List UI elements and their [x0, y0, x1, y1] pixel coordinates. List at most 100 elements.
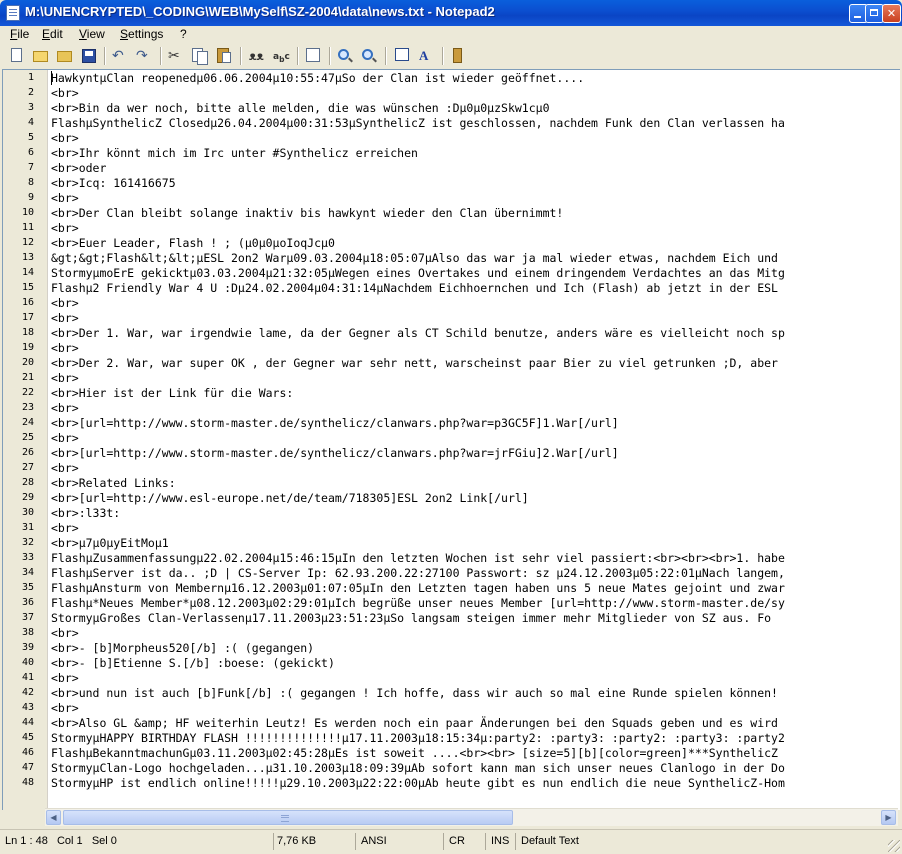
line-number: 6 — [27, 147, 34, 158]
status-encoding[interactable]: ANSI — [358, 833, 444, 850]
editor[interactable]: 1 2 3 4 5 6 7 8 9 10 11 12 13 14 15 16 17 18 19 20 21 22 23 24 2… — [2, 69, 900, 810]
line-number: 12 — [21, 237, 34, 248]
new-icon[interactable] — [8, 47, 26, 65]
save-icon[interactable] — [80, 47, 98, 65]
redo-icon[interactable]: ↷ — [135, 47, 153, 65]
scrollbar-thumb[interactable] — [63, 810, 513, 825]
text-line[interactable]: <br>Related Links: — [51, 476, 176, 491]
line-number: 48 — [21, 777, 34, 788]
text-line[interactable]: HawkyntμClan reopenedμ06.06.2004μ10:55:4… — [51, 71, 584, 86]
status-line-ending[interactable]: CR — [446, 833, 486, 850]
text-line[interactable]: StormyμClan-Logo hochgeladen...μ31.10.20… — [51, 761, 785, 776]
text-line[interactable]: <br> — [51, 221, 79, 236]
line-number: 8 — [27, 177, 34, 188]
text-line[interactable]: StormyμHP ist endlich online!!!!!μ29.10.… — [51, 776, 785, 791]
text-line[interactable]: <br> — [51, 86, 79, 101]
text-line[interactable]: <br>Der 1. War, war irgendwie lame, da d… — [51, 326, 785, 341]
text-line[interactable]: <br>und nun ist auch [b]Funk[/b] :( gega… — [51, 686, 778, 701]
text-line[interactable]: <br> — [51, 461, 79, 476]
text-line[interactable]: StormyμHAPPY BIRTHDAY FLASH !!!!!!!!!!!!… — [51, 731, 785, 746]
text-line[interactable]: FlashμSynthelicZ Closedμ26.04.2004μ00:31… — [51, 116, 785, 131]
toolbar-separator — [442, 47, 443, 65]
line-number: 11 — [21, 222, 34, 233]
text-line[interactable]: FlashμAnsturm von Membernμ16.12.2003μ01:… — [51, 581, 785, 596]
text-line[interactable]: <br> — [51, 131, 79, 146]
text-line[interactable]: <br>Also GL &amp; HF weiterhin Leutz! Es… — [51, 716, 778, 731]
scroll-left-button[interactable]: ◀ — [46, 810, 61, 825]
text-line[interactable]: <br> — [51, 296, 79, 311]
text-line[interactable]: StormyμmoErE gekicktμ03.03.2004μ21:32:05… — [51, 266, 785, 281]
scheme-icon[interactable] — [393, 47, 411, 65]
line-number: 24 — [21, 417, 34, 428]
notepad-icon[interactable] — [6, 5, 20, 21]
resize-grip[interactable] — [888, 840, 900, 852]
text-line[interactable]: <br> — [51, 626, 79, 641]
text-line[interactable]: <br>Der Clan bleibt solange inaktiv bis … — [51, 206, 563, 221]
text-line[interactable]: <br> — [51, 311, 79, 326]
horizontal-scrollbar[interactable]: ◀ ▶ — [45, 808, 898, 826]
text-line[interactable]: <br>[url=http://www.storm-master.de/synt… — [51, 446, 619, 461]
status-position: Ln 1 : 48 Col 1 Sel 0 — [2, 833, 274, 850]
text-line[interactable]: <br>Hier ist der Link für die Wars: — [51, 386, 293, 401]
menu-file[interactable]: File — [8, 27, 31, 41]
menu-help[interactable]: ? — [178, 27, 189, 41]
line-number: 47 — [21, 762, 34, 773]
toolbar: ↶ ↷ ✂ ᴥᴥ abc A — [0, 44, 902, 68]
text-line[interactable]: <br> — [51, 701, 79, 716]
cut-icon[interactable]: ✂ — [167, 47, 185, 65]
text-line[interactable]: <br> — [51, 191, 79, 206]
text-line[interactable]: <br>- [b]Morpheus520[/b] :( (gegangen) — [51, 641, 314, 656]
scroll-right-button[interactable]: ▶ — [881, 810, 896, 825]
text-line[interactable]: Flashμ*Neues Member*μ08.12.2003μ02:29:01… — [51, 596, 785, 611]
exit-icon[interactable] — [449, 47, 467, 65]
line-number: 33 — [21, 552, 34, 563]
text-line[interactable]: FlashμServer ist da.. ;D | CS-Server Ip:… — [51, 566, 785, 581]
replace-icon[interactable]: abc — [272, 47, 290, 65]
text-line[interactable]: <br> — [51, 341, 79, 356]
text-line[interactable]: Flashμ2 Friendly War 4 U :Dμ24.02.2004μ0… — [51, 281, 778, 296]
text-line[interactable]: &gt;&gt;Flash&lt;&lt;μESL 2on2 Warμ09.03… — [51, 251, 778, 266]
text-line[interactable]: <br> — [51, 371, 79, 386]
status-scheme[interactable]: Default Text — [518, 833, 882, 850]
text-line[interactable]: <br> — [51, 431, 79, 446]
zoom-in-icon[interactable] — [336, 47, 354, 65]
text-line[interactable]: StormyμGroßes Clan-Verlassenμ17.11.2003μ… — [51, 611, 771, 626]
text-line[interactable]: FlashμZusammenfassungμ22.02.2004μ15:46:1… — [51, 551, 785, 566]
copy-icon[interactable] — [191, 47, 209, 65]
line-number: 46 — [21, 747, 34, 758]
text-line[interactable]: <br>Der 2. War, war super OK , der Gegne… — [51, 356, 778, 371]
text-line[interactable]: <br>Euer Leader, Flash ! ; (μ0μ0μoIoqJcμ… — [51, 236, 335, 251]
find-icon[interactable]: ᴥᴥ — [248, 47, 266, 65]
text-area[interactable]: HawkyntμClan reopenedμ06.06.2004μ10:55:4… — [51, 70, 900, 795]
text-line[interactable]: <br> — [51, 401, 79, 416]
text-line[interactable]: <br>[url=http://www.esl-europe.net/de/te… — [51, 491, 529, 506]
window-title: M:\UNENCRYPTED\_CODING\WEB\MySelf\SZ-200… — [25, 4, 495, 19]
browse-icon[interactable] — [56, 47, 74, 65]
menu-settings[interactable]: Settings — [118, 27, 165, 41]
font-icon[interactable]: A — [417, 47, 435, 65]
toolbar-separator — [240, 47, 241, 65]
menu-edit[interactable]: Edit — [40, 27, 65, 41]
text-line[interactable]: <br>oder — [51, 161, 106, 176]
line-number: 37 — [21, 612, 34, 623]
text-line[interactable]: FlashμBekanntmachunGμ03.11.2003μ02:45:28… — [51, 746, 778, 761]
paste-icon[interactable] — [215, 47, 233, 65]
status-size: 7,76 KB — [274, 833, 356, 850]
title-bar[interactable]: M:\UNENCRYPTED\_CODING\WEB\MySelf\SZ-200… — [0, 0, 902, 26]
close-button[interactable]: ✕ — [882, 4, 901, 23]
text-line[interactable]: <br> — [51, 671, 79, 686]
zoom-out-icon[interactable] — [360, 47, 378, 65]
word-wrap-icon[interactable] — [304, 47, 322, 65]
open-icon[interactable] — [32, 47, 50, 65]
text-line[interactable]: <br> — [51, 521, 79, 536]
line-number: 25 — [21, 432, 34, 443]
text-line[interactable]: <br>μ7μ0μyEitMoμ1 — [51, 536, 169, 551]
undo-icon[interactable]: ↶ — [111, 47, 129, 65]
text-line[interactable]: <br>[url=http://www.storm-master.de/synt… — [51, 416, 619, 431]
text-line[interactable]: <br>Bin da wer noch, bitte alle melden, … — [51, 101, 550, 116]
text-line[interactable]: <br>Icq: 161416675 — [51, 176, 176, 191]
text-line[interactable]: <br>Ihr könnt mich im Irc unter #Synthel… — [51, 146, 418, 161]
menu-view[interactable]: View — [77, 27, 107, 41]
text-line[interactable]: <br>:l33t: — [51, 506, 120, 521]
text-line[interactable]: <br>- [b]Etienne S.[/b] :boese: (gekickt… — [51, 656, 335, 671]
